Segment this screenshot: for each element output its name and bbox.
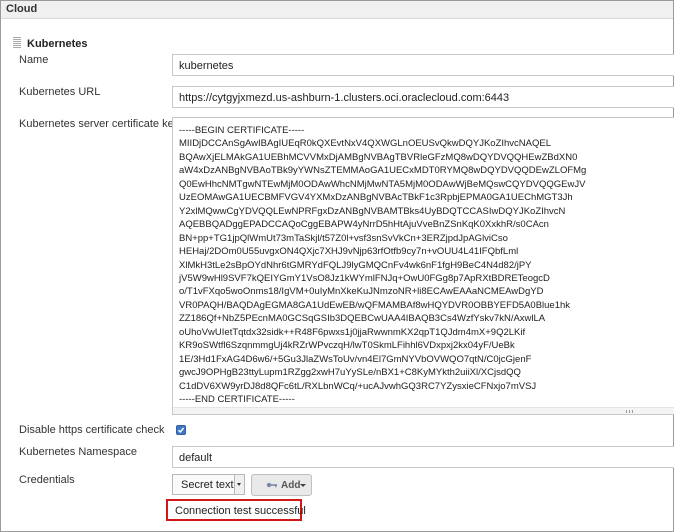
section-header: Cloud: [1, 1, 673, 19]
status-text: Connection test successful: [175, 505, 306, 517]
resize-grip-icon[interactable]: [618, 408, 642, 414]
certificate-line: o/T1vFXqo5woOnms18/IgVM+0uIyMnXkeKuJNmzo…: [179, 286, 544, 298]
certificate-line: AQEBBQADggEPADCCAQoCggEBAPW4yNrrD5hHtAju…: [179, 219, 549, 231]
caret-down-icon: [300, 484, 306, 487]
namespace-label: Kubernetes Namespace: [19, 446, 138, 458]
name-input[interactable]: kubernetes: [172, 54, 674, 76]
certificate-line: UzEOMAwGA1UECBMFVGV4YXMxDzANBgNVBAcTBkF1…: [179, 192, 573, 204]
check-icon: [178, 427, 185, 434]
key-icon: [266, 482, 277, 488]
horizontal-scrollbar[interactable]: [173, 407, 674, 414]
certificate-line: MIIDjDCCAnSgAwIBAgIUEqR0kQXEvtNxV4QXWGLn…: [179, 138, 552, 150]
certificate-line: -----END CERTIFICATE-----: [179, 394, 295, 406]
disable-https-label: Disable https certificate check: [19, 424, 165, 436]
section-title: Cloud: [6, 3, 38, 15]
certificate-line: gwcJ9OPHgB23ttyLupm1RZgg2xwH7uYySLe/nBX1…: [179, 367, 521, 379]
certificate-line: BN+pp+TG1jpQlWmUt73mTaSkjl/t57Z0l+vsf3sn…: [179, 232, 508, 244]
certificate-line: Y2xlMQwwCgYDVQQLEwNPRFgxDzANBgNVBAMTBks4…: [179, 205, 566, 217]
certificate-line: aW4xDzANBgNVBAoTBk9yYWNsZTEMMAoGA1UECxMD…: [179, 165, 587, 177]
credentials-selected: Secret text: [181, 479, 234, 491]
certificate-label: Kubernetes server certificate key: [19, 118, 180, 130]
certificate-line: Q0EwHhcNMTgwNTEwMjM0ODAwWhcNMjMwNTA5MjM0…: [179, 178, 586, 190]
certificate-line: HEHaj/2DOm0U55uvgxON4QXjc7XHJ9vNjp63rfOt…: [179, 246, 519, 258]
namespace-input[interactable]: default: [172, 446, 674, 468]
name-label: Name: [19, 54, 49, 66]
credentials-select[interactable]: Secret text: [172, 474, 245, 495]
certificate-line: VR0PAQH/BAQDAgEGMA8GA1UdEwEB/wQFMAMBAf8w…: [179, 299, 571, 311]
drag-handle-icon[interactable]: [13, 37, 21, 50]
certificate-textarea[interactable]: -----BEGIN CERTIFICATE----- MIIDjDCCAnSgA…: [172, 117, 674, 415]
credentials-label: Credentials: [19, 474, 75, 486]
cloud-title: Kubernetes: [27, 38, 88, 50]
chevron-down-icon[interactable]: [234, 475, 244, 494]
certificate-text: -----BEGIN CERTIFICATE----- MIIDjDCCAnSgA…: [179, 124, 586, 407]
disable-https-checkbox[interactable]: [176, 425, 186, 435]
certificate-line: KR9oSWtfl6SzqnmmgUj4kRZrWPvczqH/lwT0SkmL…: [179, 340, 515, 352]
certificate-line: ZZ186Qf+NbZ5PEcnMA0GCSqGSIb3DQEBCwUAA4IB…: [179, 313, 546, 325]
add-credentials-button[interactable]: Add: [251, 474, 312, 496]
certificate-line: -----BEGIN CERTIFICATE-----: [179, 125, 305, 136]
certificate-line: oUhoVwUIetTqtdx32sidk++R48F6pwxs1j0jjaRw…: [179, 326, 526, 338]
certificate-line: 1E/3Hd1FxAG4D6w6/+5Gu3JlaZWsToUv/vn4El7G…: [179, 353, 532, 365]
certificate-line: XlMkH3tLe2sBpOYdNhr6tGMRYdFQLJ9lyGMQCnFv…: [179, 259, 532, 271]
url-input[interactable]: https://cytgyjxmezd.us-ashburn-1.cluster…: [172, 86, 674, 108]
certificate-line: BQAwXjELMAkGA1UEBhMCVVMxDjAMBgNVBAgTBVRl…: [179, 151, 578, 163]
certificate-line: jV5W9wHl9SVF7kQEIYGmY1VsO8Jz1kWYmlFNJq+O…: [179, 272, 550, 284]
certificate-line: C1dDV6XW9yrDJ8d8QFc6tL/RXLbnWCq/+ucAJvwh…: [179, 380, 537, 392]
url-label: Kubernetes URL: [19, 86, 101, 98]
add-label: Add: [281, 480, 301, 491]
connection-status-message: Connection test successful: [166, 499, 306, 521]
